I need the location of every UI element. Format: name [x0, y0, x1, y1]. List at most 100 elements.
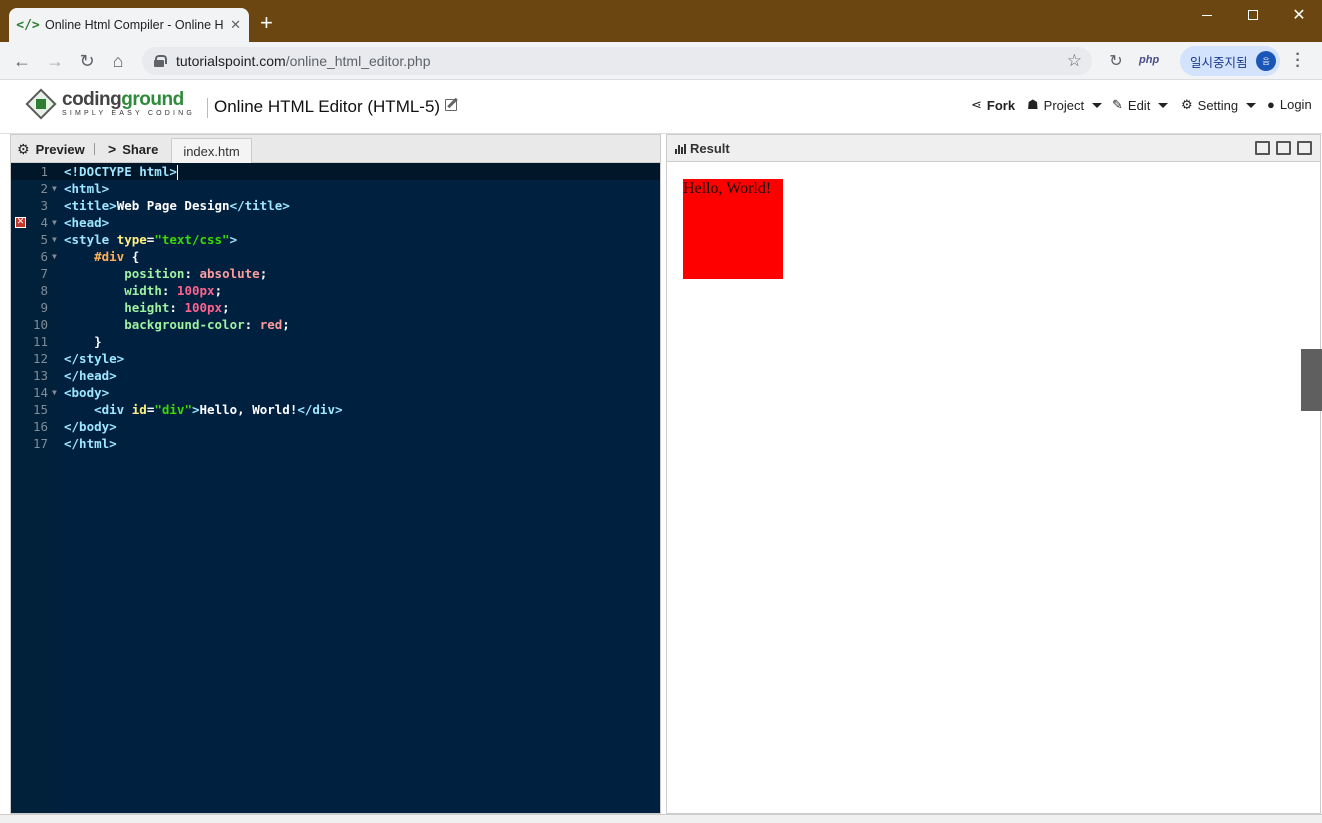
browser-toolbar: ← → ↻ ⌂ tutorialspoint.com/online_html_e…: [0, 42, 1322, 80]
minimize-icon: [1202, 14, 1212, 16]
reload-icon: ↻: [79, 50, 95, 71]
window-close-button[interactable]: ✕: [1276, 0, 1322, 30]
project-menu[interactable]: ☗ Project: [1027, 97, 1103, 113]
code-favicon-icon: </>: [16, 17, 40, 33]
chevron-down-icon: [1246, 102, 1257, 108]
fork-icon: ⋖: [971, 97, 982, 112]
url-path: /online_html_editor.php: [285, 53, 431, 69]
share-button[interactable]: > Share: [108, 135, 158, 163]
feedback-side-tab[interactable]: [1301, 349, 1322, 411]
preview-button[interactable]: ⚙ Preview: [17, 135, 85, 163]
url-host: tutorialspoint.com: [176, 53, 286, 69]
page-footer-bar: [0, 814, 1322, 823]
site-header: codingground SIMPLY EASY CODING Online H…: [0, 80, 1322, 134]
page: codingground SIMPLY EASY CODING Online H…: [0, 80, 1322, 823]
code-line: 2 ▼ <html>: [40, 181, 110, 196]
fold-arrow-icon: ▼: [52, 235, 57, 244]
codingground-logo[interactable]: codingground SIMPLY EASY CODING: [25, 88, 196, 120]
code-line: 17 </html>: [32, 436, 117, 451]
code-line: 12 </style>: [32, 351, 125, 366]
extension-refresh-icon: ↻: [1109, 53, 1123, 70]
tab-close-icon[interactable]: ✕: [230, 17, 241, 33]
code-line: 1 <!DOCTYPE html>: [11, 163, 660, 180]
logo-mark-icon: [25, 88, 57, 120]
logo-text-coding: coding: [62, 89, 122, 110]
code-line: 11 }: [32, 334, 102, 349]
code-line: 10 background-color: red;: [32, 317, 290, 332]
user-icon: ●: [1267, 97, 1275, 112]
sitemap-icon: ☗: [1027, 97, 1039, 112]
maximize-icon: [1248, 10, 1258, 20]
logo-tagline: SIMPLY EASY CODING: [62, 110, 196, 117]
page-title: Online HTML Editor (HTML-5): [214, 97, 441, 116]
code-line: 3 <title>Web Page Design</title>: [40, 198, 290, 213]
browser-menu-icon[interactable]: · · ·: [1290, 47, 1306, 75]
tab-title: Online Html Compiler - Online H: [45, 18, 224, 32]
code-editor[interactable]: 1 <!DOCTYPE html> 2 ▼ <html> 3 <title>Web Pa…: [11, 163, 660, 813]
back-button[interactable]: ←: [8, 48, 36, 74]
edit-icon: ✎: [1112, 97, 1123, 112]
logo-text-ground: ground: [121, 89, 184, 110]
edit-menu[interactable]: ✎ Edit: [1112, 97, 1169, 113]
bar-chart-icon: [675, 143, 686, 154]
code-line: 5 ▼ <style type="text/css">: [40, 232, 238, 247]
project-label: Project: [1043, 97, 1085, 113]
code-line: 8 width: 100px;: [40, 283, 223, 298]
fork-label: Fork: [986, 97, 1016, 113]
browser-titlebar: </> Online Html Compiler - Online H ✕ + …: [0, 0, 1322, 42]
fork-menu[interactable]: ⋖ Fork: [971, 97, 1015, 113]
output-text: Hello, World!: [683, 180, 772, 197]
reload-button[interactable]: ↻: [73, 48, 101, 74]
result-panel: Result Hello, World!: [666, 134, 1321, 814]
minimize-button[interactable]: [1184, 0, 1230, 30]
editor-panel: ⚙ Preview > Share index.htm 1 <!DOCTYPE h…: [10, 134, 661, 814]
restore-icon[interactable]: [1276, 141, 1291, 155]
gear-icon: ⚙: [1181, 97, 1193, 112]
file-tab-index[interactable]: index.htm: [171, 138, 252, 163]
maximize-button[interactable]: [1230, 0, 1276, 30]
address-bar[interactable]: tutorialspoint.com/online_html_editor.ph…: [142, 47, 1092, 75]
result-title: Result: [675, 141, 730, 156]
home-button[interactable]: ⌂: [104, 48, 132, 74]
share-label: Share: [122, 141, 159, 157]
login-link[interactable]: ● Login: [1267, 97, 1312, 112]
result-header: Result: [667, 135, 1320, 162]
fold-arrow-icon: ▼: [52, 388, 57, 397]
browser-tab[interactable]: </> Online Html Compiler - Online H ✕: [9, 8, 249, 42]
preview-label: Preview: [35, 141, 85, 157]
extension-refresh-button[interactable]: ↻: [1102, 48, 1130, 74]
toolbar-divider: [94, 143, 95, 155]
code-line: 7 position: absolute;: [40, 266, 268, 281]
output-red-div: Hello, World!: [683, 179, 783, 279]
code-line: 13 </head>: [32, 368, 117, 383]
back-arrow-icon: ←: [13, 50, 31, 71]
lock-icon: [154, 55, 167, 67]
edit-label: Edit: [1127, 97, 1151, 113]
setting-menu[interactable]: ⚙ Setting: [1181, 97, 1257, 113]
new-tab-button[interactable]: +: [260, 12, 273, 34]
profile-button[interactable]: 일시중지됨 음: [1180, 46, 1280, 76]
avatar: 음: [1256, 51, 1276, 71]
header-divider: [207, 98, 208, 118]
forward-arrow-icon: →: [46, 50, 64, 71]
php-extension-icon[interactable]: php: [1139, 54, 1159, 66]
editor-toolbar: ⚙ Preview > Share index.htm: [11, 135, 660, 163]
profile-status: 일시중지됨: [1190, 54, 1248, 70]
fold-arrow-icon: ▼: [52, 218, 57, 227]
home-icon: ⌂: [112, 50, 124, 71]
forward-button[interactable]: →: [41, 48, 69, 74]
code-line: 16 </body>: [32, 419, 117, 434]
result-label: Result: [690, 141, 730, 156]
fullscreen-icon[interactable]: [1297, 141, 1312, 155]
edit-title-icon[interactable]: [445, 97, 461, 113]
chevron-down-icon: [1158, 102, 1169, 108]
bookmark-star-icon[interactable]: ☆: [1067, 51, 1082, 71]
code-line: 14 ▼ <body>: [32, 385, 110, 400]
code-line: 9 height: 100px;: [40, 300, 230, 315]
login-label: Login: [1279, 97, 1312, 112]
code-line: 15 <div id="div">Hello, World!</div>: [32, 402, 343, 417]
share-chevron-icon: >: [108, 141, 117, 157]
chevron-down-icon: [1092, 102, 1103, 108]
code-line: 6 ▼ #div {: [40, 249, 140, 264]
collapse-icon[interactable]: [1255, 141, 1270, 155]
